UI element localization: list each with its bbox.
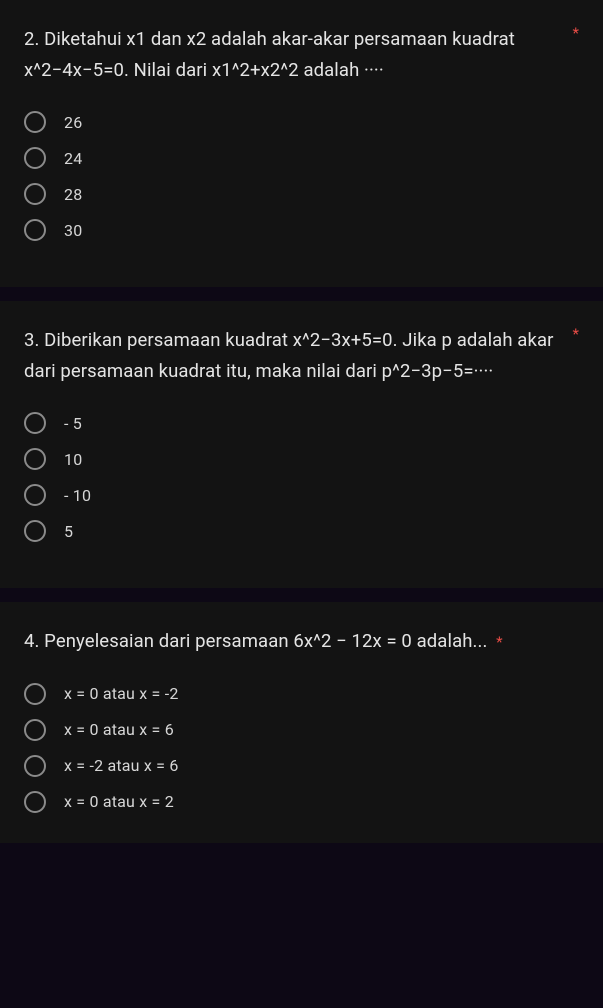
option-label: 10 (64, 450, 82, 469)
radio-option[interactable]: x = -2 atau x = 6 (24, 755, 579, 777)
radio-icon (24, 183, 46, 205)
question-card-2: 2. Diketahui x1 dan x2 adalah akar-akar … (0, 0, 603, 287)
radio-option[interactable]: x = 0 atau x = 2 (24, 791, 579, 813)
question-text: 4. Penyelesaian dari persamaan 6x^2 − 12… (24, 626, 579, 657)
radio-icon (24, 484, 46, 506)
radio-option[interactable]: - 10 (24, 484, 579, 506)
option-label: 26 (64, 113, 82, 132)
option-label: x = 0 atau x = 6 (64, 720, 174, 739)
option-label: - 5 (64, 414, 82, 433)
radio-icon (24, 719, 46, 741)
option-label: x = 0 atau x = 2 (64, 792, 174, 811)
question-text: 3. Diberikan persamaan kuadrat x^2−3x+5=… (24, 325, 565, 386)
required-mark: * (573, 24, 579, 44)
question-row: 3. Diberikan persamaan kuadrat x^2−3x+5=… (24, 325, 579, 386)
question-row: 4. Penyelesaian dari persamaan 6x^2 − 12… (24, 626, 579, 657)
radio-icon (24, 448, 46, 470)
option-label: - 10 (64, 486, 91, 505)
question-row: 2. Diketahui x1 dan x2 adalah akar-akar … (24, 24, 579, 85)
option-label: 24 (64, 149, 82, 168)
radio-option[interactable]: - 5 (24, 412, 579, 434)
question-card-4: 4. Penyelesaian dari persamaan 6x^2 − 12… (0, 602, 603, 843)
radio-icon (24, 791, 46, 813)
radio-icon (24, 683, 46, 705)
question-text: 2. Diketahui x1 dan x2 adalah akar-akar … (24, 24, 565, 85)
required-mark: * (573, 325, 579, 345)
radio-icon (24, 755, 46, 777)
option-label: x = 0 atau x = -2 (64, 684, 179, 703)
radio-option[interactable]: 30 (24, 219, 579, 241)
radio-option[interactable]: 26 (24, 111, 579, 133)
option-label: 28 (64, 185, 82, 204)
option-label: x = -2 atau x = 6 (64, 756, 179, 775)
option-label: 30 (64, 221, 82, 240)
radio-option[interactable]: 5 (24, 520, 579, 542)
radio-icon (24, 147, 46, 169)
radio-icon (24, 412, 46, 434)
radio-icon (24, 111, 46, 133)
radio-icon (24, 219, 46, 241)
radio-option[interactable]: 28 (24, 183, 579, 205)
question-card-3: 3. Diberikan persamaan kuadrat x^2−3x+5=… (0, 301, 603, 588)
option-label: 5 (64, 522, 73, 541)
radio-icon (24, 520, 46, 542)
question-text-inner: 4. Penyelesaian dari persamaan 6x^2 − 12… (24, 630, 487, 652)
radio-option[interactable]: x = 0 atau x = 6 (24, 719, 579, 741)
radio-option[interactable]: 10 (24, 448, 579, 470)
required-mark: * (496, 633, 503, 651)
radio-option[interactable]: x = 0 atau x = -2 (24, 683, 579, 705)
radio-option[interactable]: 24 (24, 147, 579, 169)
